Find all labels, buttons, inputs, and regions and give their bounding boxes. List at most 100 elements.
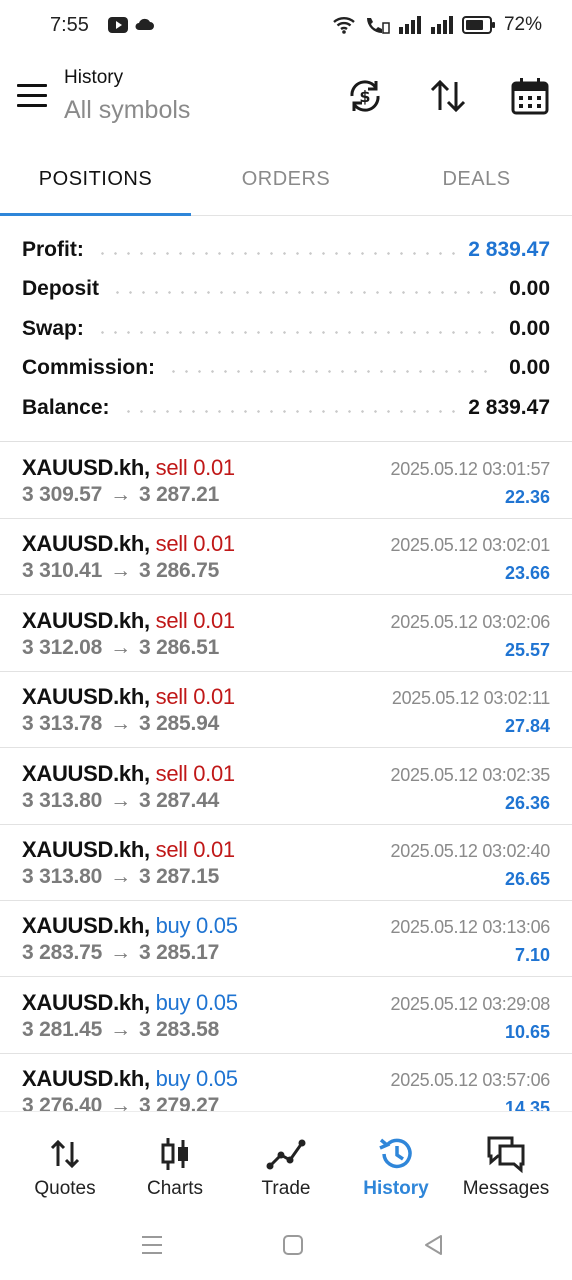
nav-history[interactable]: History (339, 1112, 453, 1212)
youtube-icon (108, 17, 128, 33)
close-price: 3 287.15 (138, 865, 220, 888)
position-prices: 3 281.45 → 3 283.58 (22, 1018, 219, 1042)
position-row[interactable]: XAUUSD.kh, buy 0.05 3 281.45 → 3 283.58 2025… (0, 978, 572, 1054)
arrow-right-icon: → (110, 941, 131, 965)
hamburger-menu-icon[interactable] (17, 84, 47, 108)
battery-percent: 72% (503, 14, 542, 35)
position-title: XAUUSD.kh, sell 0.01 (22, 531, 235, 557)
nav-label: Trade (261, 1178, 311, 1199)
summary-value: 0.00 (509, 356, 550, 379)
summary-label: Profit: (22, 238, 84, 261)
nav-label: History (363, 1178, 429, 1199)
currency-sync-icon[interactable]: $ (345, 76, 385, 116)
position-row[interactable]: XAUUSD.kh, sell 0.01 3 313.80 → 3 287.44 202… (0, 749, 572, 825)
tab-positions[interactable]: POSITIONS (0, 168, 191, 191)
position-type: sell 0.01 (155, 455, 236, 480)
nav-trade[interactable]: Trade (229, 1112, 343, 1212)
back-icon[interactable] (420, 1231, 448, 1259)
positions-list[interactable]: XAUUSD.kh, sell 0.01 3 309.57 → 3 287.21 202… (0, 443, 572, 1111)
nav-messages[interactable]: Messages (449, 1112, 563, 1212)
position-profit: 26.36 (504, 792, 550, 813)
nav-label: Quotes (34, 1178, 96, 1199)
position-time: 2025.05.12 03:02:01 (390, 535, 551, 556)
open-price: 3 312.08 (22, 635, 103, 659)
summary-label: Deposit (22, 277, 100, 300)
close-price: 3 286.75 (138, 559, 220, 583)
cloud-icon (135, 18, 154, 30)
close-price: 3 287.21 (138, 483, 220, 506)
close-price: 3 279.27 (138, 1094, 220, 1111)
nav-quotes[interactable]: Quotes (8, 1112, 122, 1212)
nav-label: Charts (147, 1178, 203, 1199)
position-row[interactable]: XAUUSD.kh, sell 0.01 3 309.57 → 3 287.21 202… (0, 443, 572, 519)
position-title: XAUUSD.kh, sell 0.01 (22, 684, 235, 710)
open-price: 3 276.40 (22, 1094, 103, 1111)
close-price: 3 285.17 (138, 941, 220, 965)
position-prices: 3 312.08 → 3 286.51 (22, 636, 219, 660)
arrow-right-icon: → (110, 788, 131, 812)
position-prices: 3 283.75 → 3 285.17 (22, 941, 219, 965)
home-icon[interactable] (279, 1231, 307, 1259)
position-title: XAUUSD.kh, sell 0.01 (22, 455, 235, 481)
open-price: 3 313.80 (22, 788, 103, 812)
sort-icon[interactable] (428, 76, 468, 116)
symbol-filter[interactable]: All symbols (64, 96, 190, 125)
open-price: 3 313.80 (22, 865, 103, 888)
nav-charts[interactable]: Charts (118, 1112, 232, 1212)
position-row[interactable]: XAUUSD.kh, sell 0.01 3 313.80 → 3 287.15 202… (0, 825, 572, 901)
arrow-right-icon: → (110, 559, 131, 583)
dotted-leader (95, 330, 498, 334)
position-title: XAUUSD.kh, sell 0.01 (22, 761, 235, 787)
close-price: 3 283.58 (138, 1017, 220, 1041)
open-price: 3 281.45 (22, 1017, 103, 1041)
nav-label: Messages (462, 1178, 550, 1199)
summary-value: 2 839.47 (468, 396, 550, 419)
status-bar: 7:55 72% (0, 0, 572, 52)
close-price: 3 287.44 (138, 788, 220, 812)
position-time: 2025.05.12 03:02:35 (390, 764, 551, 785)
position-symbol: XAUUSD.kh, (22, 455, 150, 480)
position-row[interactable]: XAUUSD.kh, buy 0.05 3 283.75 → 3 285.17 2025… (0, 901, 572, 978)
page-title: History (64, 67, 124, 88)
position-title: XAUUSD.kh, buy 0.05 (22, 990, 238, 1016)
summary-value: 2 839.47 (468, 238, 550, 261)
position-time: 2025.05.12 03:02:06 (390, 611, 551, 632)
recents-icon[interactable] (138, 1231, 166, 1259)
summary-label: Balance: (22, 396, 110, 419)
tab-orders[interactable]: ORDERS (191, 168, 381, 191)
svg-text:$: $ (359, 87, 370, 106)
position-time: 2025.05.12 03:02:11 (391, 688, 550, 709)
position-row[interactable]: XAUUSD.kh, sell 0.01 3 312.08 → 3 286.51 202… (0, 596, 572, 672)
position-symbol: XAUUSD.kh, (22, 607, 150, 633)
tab-deals[interactable]: DEALS (381, 168, 572, 191)
summary-row-balance: Balance: 2 839.47 (22, 393, 550, 423)
position-profit: 7.10 (514, 945, 550, 966)
arrow-right-icon: → (110, 1094, 131, 1111)
close-price: 3 286.51 (138, 635, 220, 659)
position-time: 2025.05.12 03:13:06 (390, 917, 551, 938)
calendar-icon[interactable] (510, 76, 550, 116)
summary-label: Swap: (22, 317, 84, 340)
position-profit: 25.57 (504, 639, 550, 660)
active-tab-indicator (0, 213, 191, 216)
dotted-leader (111, 290, 498, 294)
position-profit: 26.65 (504, 869, 550, 889)
position-type: sell 0.01 (155, 684, 236, 710)
open-price: 3 310.41 (22, 559, 103, 583)
position-type: sell 0.01 (155, 607, 236, 633)
position-profit: 27.84 (504, 716, 550, 737)
trade-line-icon (266, 1139, 306, 1170)
position-type: sell 0.01 (155, 760, 236, 786)
open-price: 3 313.78 (22, 712, 103, 736)
open-price: 3 309.57 (22, 483, 103, 506)
summary-row-profit: Profit: 2 839.47 (22, 235, 550, 265)
position-row[interactable]: XAUUSD.kh, sell 0.01 3 310.41 → 3 286.75 202… (0, 519, 572, 596)
position-row[interactable]: XAUUSD.kh, buy 0.05 3 276.40 → 3 279.27 2025… (0, 1054, 572, 1111)
arrow-right-icon: → (110, 712, 131, 736)
status-time: 7:55 (50, 14, 89, 36)
position-symbol: XAUUSD.kh, (22, 837, 150, 862)
position-row[interactable]: XAUUSD.kh, sell 0.01 3 313.78 → 3 285.94 202… (0, 672, 572, 749)
candlestick-icon (161, 1138, 188, 1170)
dotted-leader (95, 251, 457, 255)
signal-2-icon (430, 16, 453, 34)
